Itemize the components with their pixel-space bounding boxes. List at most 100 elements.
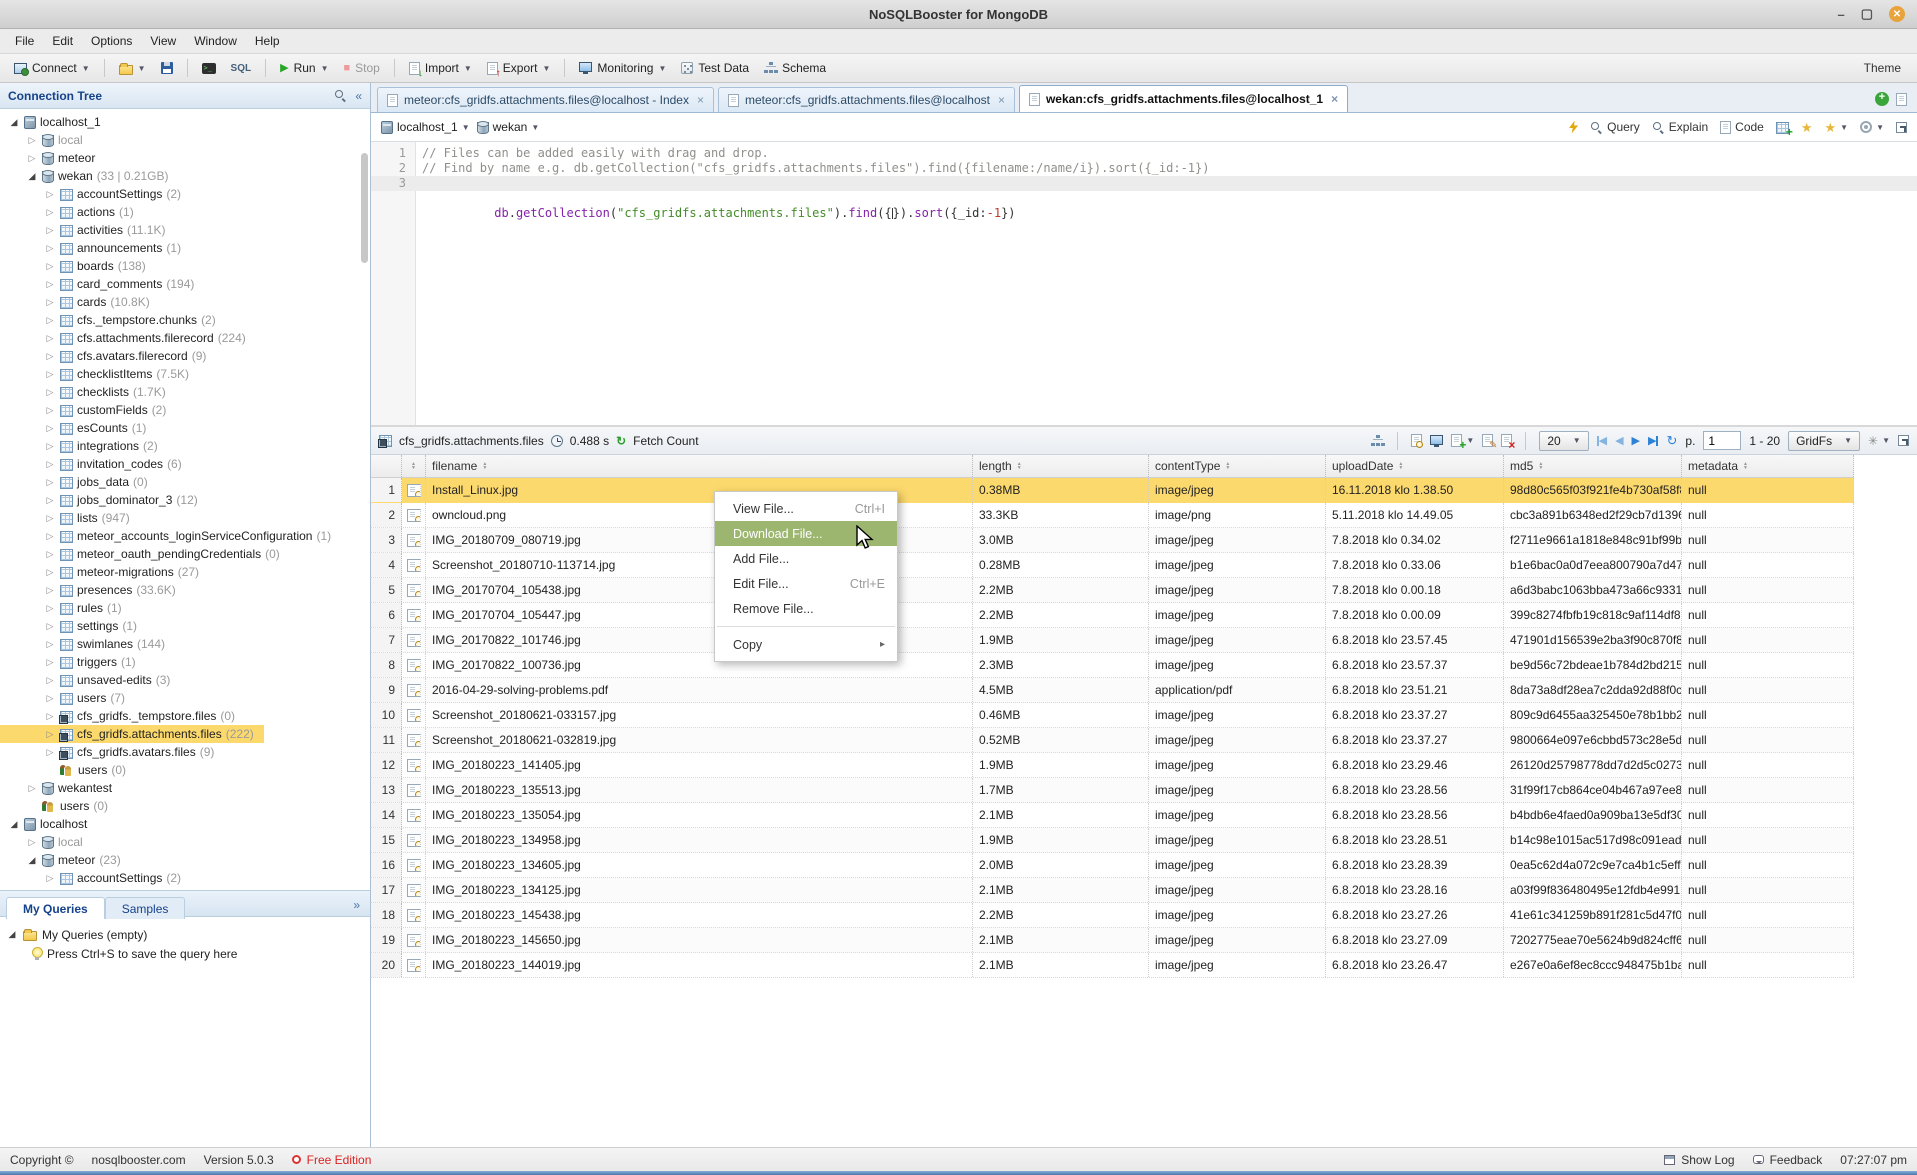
cell-uploaddate[interactable]: 6.8.2018 klo 23.28.16	[1326, 878, 1504, 902]
cell-metadata[interactable]: null	[1682, 753, 1854, 777]
cell-length[interactable]: 1.9MB	[973, 828, 1149, 852]
cell-metadata[interactable]: null	[1682, 928, 1854, 952]
cell-metadata[interactable]: null	[1682, 503, 1854, 527]
tree-expand-arrow[interactable]	[44, 603, 56, 614]
star-menu[interactable]: ★▼	[1825, 121, 1849, 134]
row-preview-cell[interactable]	[402, 778, 426, 802]
tree-item[interactable]: local	[0, 833, 97, 851]
cell-filename[interactable]: 2016-04-29-solving-problems.pdf	[426, 678, 973, 702]
cell-metadata[interactable]: null	[1682, 478, 1854, 502]
star-icon[interactable]: ★	[1801, 121, 1813, 134]
tree-item[interactable]: jobs_data (0)	[0, 473, 158, 491]
preview-file-icon[interactable]	[407, 659, 421, 672]
tree-item[interactable]: boards (138)	[0, 257, 156, 275]
cell-metadata[interactable]: null	[1682, 803, 1854, 827]
cell-md5[interactable]: 31f99f17cb864ce04b467a97ee8	[1504, 778, 1682, 802]
options-menu[interactable]: ▼	[1860, 121, 1884, 133]
edition-badge[interactable]: Free Edition	[292, 1153, 372, 1167]
connect-button[interactable]: Connect▼	[8, 58, 96, 78]
cell-md5[interactable]: 26120d25798778dd7d2d5c0273	[1504, 753, 1682, 777]
save-button[interactable]	[155, 59, 179, 77]
menu-item[interactable]: Help	[246, 30, 289, 52]
cell-length[interactable]: 0.52MB	[973, 728, 1149, 752]
sql-button[interactable]: SQL	[225, 60, 258, 77]
cell-length[interactable]: 0.28MB	[973, 553, 1149, 577]
tree-item[interactable]: esCounts (1)	[0, 419, 156, 437]
tree-item[interactable]: users (0)	[0, 761, 136, 779]
tree-item[interactable]: cfs.avatars.filerecord (9)	[0, 347, 216, 365]
first-page-icon[interactable]: ◀	[1597, 434, 1607, 447]
row-preview-cell[interactable]	[402, 578, 426, 602]
search-icon[interactable]	[334, 89, 347, 102]
row-preview-cell[interactable]	[402, 903, 426, 927]
page-size-select[interactable]: 20▼	[1539, 431, 1588, 451]
tree-item[interactable]: card_comments (194)	[0, 275, 204, 293]
queries-tab[interactable]: Samples	[105, 897, 186, 919]
cell-filename[interactable]: Screenshot_20180621-032819.jpg	[426, 728, 973, 752]
context-menu-item[interactable]: Edit File... Ctrl+E	[715, 571, 897, 596]
cell-length[interactable]: 2.2MB	[973, 903, 1149, 927]
tree-expand-arrow[interactable]	[8, 819, 20, 830]
table-row[interactable]: 2 owncloud.png 33.3KB image/png 5.11.201…	[371, 503, 1854, 528]
cell-contenttype[interactable]: application/pdf	[1149, 678, 1326, 702]
tree-expand-arrow[interactable]	[44, 639, 56, 650]
cell-length[interactable]: 2.1MB	[973, 803, 1149, 827]
cell-metadata[interactable]: null	[1682, 953, 1854, 977]
tree-item[interactable]: accountSettings (2)	[0, 869, 191, 887]
cell-metadata[interactable]: null	[1682, 653, 1854, 677]
tree-expand-arrow[interactable]	[44, 657, 56, 668]
cell-uploaddate[interactable]: 6.8.2018 klo 23.27.09	[1326, 928, 1504, 952]
tree-expand-arrow[interactable]	[44, 405, 56, 416]
tree-item[interactable]: meteor	[0, 149, 109, 167]
menu-item[interactable]: View	[141, 30, 185, 52]
cell-length[interactable]: 2.2MB	[973, 578, 1149, 602]
table-row[interactable]: 16 IMG_20180223_134605.jpg 2.0MB image/j…	[371, 853, 1854, 878]
cell-length[interactable]: 4.5MB	[973, 678, 1149, 702]
tree-item[interactable]: meteor-migrations (27)	[0, 563, 209, 581]
tree-expand-arrow[interactable]	[26, 171, 38, 182]
cell-length[interactable]: 1.9MB	[973, 753, 1149, 777]
tree-item[interactable]: triggers (1)	[0, 653, 146, 671]
row-preview-cell[interactable]	[402, 528, 426, 552]
cell-uploaddate[interactable]: 6.8.2018 klo 23.29.46	[1326, 753, 1504, 777]
tree-item[interactable]: rules (1)	[0, 599, 132, 617]
cell-contenttype[interactable]: image/jpeg	[1149, 628, 1326, 652]
context-menu-item[interactable]: View File... Ctrl+I	[715, 496, 897, 521]
fetch-count-link[interactable]: Fetch Count	[633, 434, 698, 448]
tree-item[interactable]: actions (1)	[0, 203, 144, 221]
theme-menu[interactable]: Theme	[1864, 61, 1909, 75]
row-preview-cell[interactable]	[402, 928, 426, 952]
preview-file-icon[interactable]	[407, 934, 421, 947]
tree-expand-arrow[interactable]	[44, 585, 56, 596]
cell-contenttype[interactable]: image/jpeg	[1149, 878, 1326, 902]
tree-expand-arrow[interactable]	[26, 135, 38, 146]
shell-button[interactable]	[196, 60, 222, 77]
col-filename[interactable]: filename▲▼	[426, 455, 973, 477]
cell-metadata[interactable]: null	[1682, 628, 1854, 652]
stop-button[interactable]: ■ Stop	[338, 58, 386, 78]
cell-uploaddate[interactable]: 5.11.2018 klo 14.49.05	[1326, 503, 1504, 527]
cell-metadata[interactable]: null	[1682, 678, 1854, 702]
tree-item[interactable]: wekan (33 | 0.21GB)	[0, 167, 179, 185]
table-row[interactable]: 10 Screenshot_20180621-033157.jpg 0.46MB…	[371, 703, 1854, 728]
cell-filename[interactable]: IMG_20180223_141405.jpg	[426, 753, 973, 777]
tree-item[interactable]: meteor (23)	[0, 851, 131, 869]
cell-metadata[interactable]: null	[1682, 553, 1854, 577]
cell-contenttype[interactable]: image/jpeg	[1149, 753, 1326, 777]
tree-item[interactable]: customFields (2)	[0, 401, 176, 419]
cell-filename[interactable]: Screenshot_20180621-033157.jpg	[426, 703, 973, 727]
tree-item[interactable]: activities (11.1K)	[0, 221, 175, 239]
row-preview-cell[interactable]	[402, 478, 426, 502]
preview-file-icon[interactable]	[407, 809, 421, 822]
show-log-button[interactable]: Show Log	[1664, 1153, 1734, 1167]
cell-contenttype[interactable]: image/jpeg	[1149, 853, 1326, 877]
table-row[interactable]: 14 IMG_20180223_135054.jpg 2.1MB image/j…	[371, 803, 1854, 828]
menu-item[interactable]: Edit	[43, 30, 82, 52]
open-button[interactable]: ▼	[113, 59, 152, 78]
cell-uploaddate[interactable]: 6.8.2018 klo 23.37.27	[1326, 728, 1504, 752]
cell-md5[interactable]: 399c8274fbfb19c818c9af114df8	[1504, 603, 1682, 627]
cell-contenttype[interactable]: image/jpeg	[1149, 578, 1326, 602]
schema-button[interactable]: Schema	[758, 58, 832, 78]
table-row[interactable]: 19 IMG_20180223_145650.jpg 2.1MB image/j…	[371, 928, 1854, 953]
cell-md5[interactable]: 8da73a8df28ea7c2dda92d88f0c	[1504, 678, 1682, 702]
